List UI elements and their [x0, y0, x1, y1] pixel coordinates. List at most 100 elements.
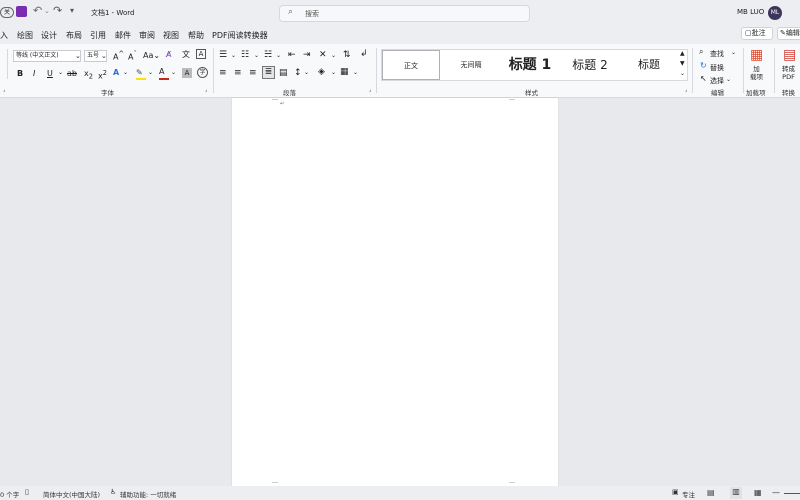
text-effects-dropdown-icon[interactable]: ⌄ [123, 69, 128, 76]
bullets-dropdown-icon[interactable]: ⌄ [231, 52, 236, 59]
font-name-dropdown-icon[interactable]: ⌄ [75, 52, 81, 60]
styles-scroll-up-icon[interactable]: ▲ [680, 50, 685, 57]
tab-insert[interactable]: 入 [0, 30, 8, 41]
tab-pdf-converter[interactable]: PDF阅读转换器 [212, 30, 268, 41]
increase-indent-icon[interactable]: ⇥ [303, 50, 311, 60]
strikethrough-icon[interactable]: ab [67, 69, 77, 78]
select-icon[interactable]: ↖ [700, 74, 707, 83]
comment-button[interactable]: ▢批注 [741, 27, 773, 40]
style-heading-1[interactable]: 标题 1 [501, 50, 559, 80]
distributed-icon[interactable]: ▤ [279, 68, 288, 78]
styles-more-icon[interactable]: ⌄ [680, 70, 685, 77]
styles-scroll-down-icon[interactable]: ▼ [680, 60, 685, 67]
borders-icon[interactable]: ▦ [340, 67, 349, 77]
redo-icon[interactable]: ↷ [53, 4, 62, 17]
phonetic-guide-icon[interactable]: 文 [182, 49, 190, 60]
numbering-dropdown-icon[interactable]: ⌄ [254, 52, 259, 59]
shading-icon[interactable]: ◈ [318, 67, 325, 77]
web-layout-icon[interactable]: ▦ [754, 488, 762, 497]
underline-icon[interactable]: U [47, 69, 53, 78]
accessibility-icon[interactable]: ♿ [110, 488, 116, 496]
multilevel-list-icon[interactable]: ☵ [264, 50, 272, 60]
tab-review[interactable]: 审阅 [139, 30, 155, 41]
style-normal[interactable]: 正文 [382, 50, 440, 80]
highlight-icon[interactable]: ✎ [136, 68, 146, 80]
line-spacing-dropdown-icon[interactable]: ⌄ [304, 69, 309, 76]
focus-icon[interactable]: ▣ [672, 488, 679, 496]
tab-layout[interactable]: 布局 [66, 30, 82, 41]
style-no-spacing[interactable]: 无间隔 [442, 50, 500, 80]
user-name[interactable]: MB LUO [737, 8, 764, 16]
avatar[interactable]: ML [768, 6, 782, 20]
select-dropdown-icon[interactable]: ⌄ [726, 76, 731, 83]
style-heading-2[interactable]: 标题 2 [561, 50, 619, 80]
subscript-icon[interactable]: x2 [84, 69, 93, 81]
search-box[interactable]: ⌕ 搜索 [279, 5, 530, 22]
font-name-select[interactable]: 等线 (中文正文) [13, 50, 81, 62]
read-mode-icon[interactable]: ▤ [707, 488, 715, 497]
find-dropdown-icon[interactable]: ⌄ [731, 49, 736, 56]
character-shading-icon[interactable]: A [182, 68, 192, 78]
underline-dropdown-icon[interactable]: ⌄ [58, 69, 63, 76]
tab-view[interactable]: 视图 [163, 30, 179, 41]
clear-format-icon[interactable]: A̸ [166, 50, 171, 59]
bold-icon[interactable]: B [17, 69, 23, 78]
borders-dropdown-icon[interactable]: ⌄ [353, 69, 358, 76]
font-launcher-icon[interactable]: ⌟ [205, 87, 207, 93]
convert-pdf-icon[interactable]: ▤ [783, 47, 796, 63]
styles-launcher-icon[interactable]: ⌟ [685, 87, 687, 93]
accessibility-status[interactable]: 辅助功能: 一切就绪 [120, 489, 176, 499]
undo-icon[interactable]: ↶ [33, 4, 42, 17]
increase-font-icon[interactable]: A^ [113, 50, 124, 62]
font-color-icon[interactable]: A [159, 67, 169, 80]
line-spacing-icon[interactable]: ↕ [294, 68, 302, 78]
show-marks-icon[interactable]: ↲ [360, 49, 368, 59]
zoom-out-icon[interactable]: — [772, 488, 780, 497]
tab-mailings[interactable]: 邮件 [115, 30, 131, 41]
italic-icon[interactable]: I [33, 69, 35, 78]
zoom-slider[interactable] [784, 493, 800, 494]
align-center-icon[interactable]: ≡ [234, 68, 242, 78]
language-status[interactable]: 简体中文(中国大陆) [43, 489, 100, 499]
tab-draw[interactable]: 绘图 [17, 30, 33, 41]
bullets-icon[interactable]: ☰ [219, 50, 227, 60]
convert-pdf-label[interactable]: 转成 PDF [782, 65, 795, 81]
numbering-icon[interactable]: ☷ [241, 50, 249, 60]
highlight-dropdown-icon[interactable]: ⌄ [148, 69, 153, 76]
find-label[interactable]: 查找 [710, 49, 724, 59]
focus-label[interactable]: 专注 [682, 489, 695, 499]
proofing-icon[interactable]: ▯ [25, 488, 29, 496]
font-color-dropdown-icon[interactable]: ⌄ [171, 69, 176, 76]
style-title[interactable]: 标题 [620, 50, 678, 80]
chinese-layout-dropdown-icon[interactable]: ⌄ [331, 52, 336, 59]
chinese-layout-icon[interactable]: ✕ [319, 50, 327, 60]
save-icon[interactable] [16, 6, 27, 17]
enclosed-character-icon[interactable]: 字 [197, 67, 208, 78]
sort-icon[interactable]: ⇅ [343, 50, 351, 60]
font-size-dropdown-icon[interactable]: ⌄ [101, 52, 107, 60]
word-count[interactable]: 0 个字 [0, 489, 19, 499]
justify-icon[interactable]: ≣ [262, 66, 275, 79]
decrease-font-icon[interactable]: Aˇ [128, 50, 137, 62]
paragraph-launcher-icon[interactable]: ⌟ [369, 87, 371, 93]
change-case-icon[interactable]: Aa⌄ [143, 51, 160, 60]
tab-references[interactable]: 引用 [90, 30, 106, 41]
align-left-icon[interactable]: ≡ [219, 68, 227, 78]
shading-dropdown-icon[interactable]: ⌄ [331, 69, 336, 76]
tab-help[interactable]: 帮助 [188, 30, 204, 41]
decrease-indent-icon[interactable]: ⇤ [288, 50, 296, 60]
select-label[interactable]: 选择 [710, 76, 724, 86]
undo-dropdown-icon[interactable]: ⌄ [44, 7, 50, 15]
superscript-icon[interactable]: x2 [98, 69, 107, 81]
document-canvas[interactable]: ↵ [0, 98, 800, 486]
print-layout-icon[interactable]: ▥ [730, 487, 742, 499]
text-effects-icon[interactable]: A [113, 68, 119, 77]
addins-label[interactable]: 加 载项 [750, 65, 763, 81]
character-border-icon[interactable]: A [196, 49, 206, 59]
tab-design[interactable]: 设计 [41, 30, 57, 41]
align-right-icon[interactable]: ≡ [249, 68, 257, 78]
multilevel-dropdown-icon[interactable]: ⌄ [276, 52, 281, 59]
edit-mode-button[interactable]: ✎编辑 [777, 27, 800, 40]
replace-label[interactable]: 替换 [710, 63, 724, 73]
customize-toolbar-icon[interactable]: ▾ [70, 6, 74, 15]
